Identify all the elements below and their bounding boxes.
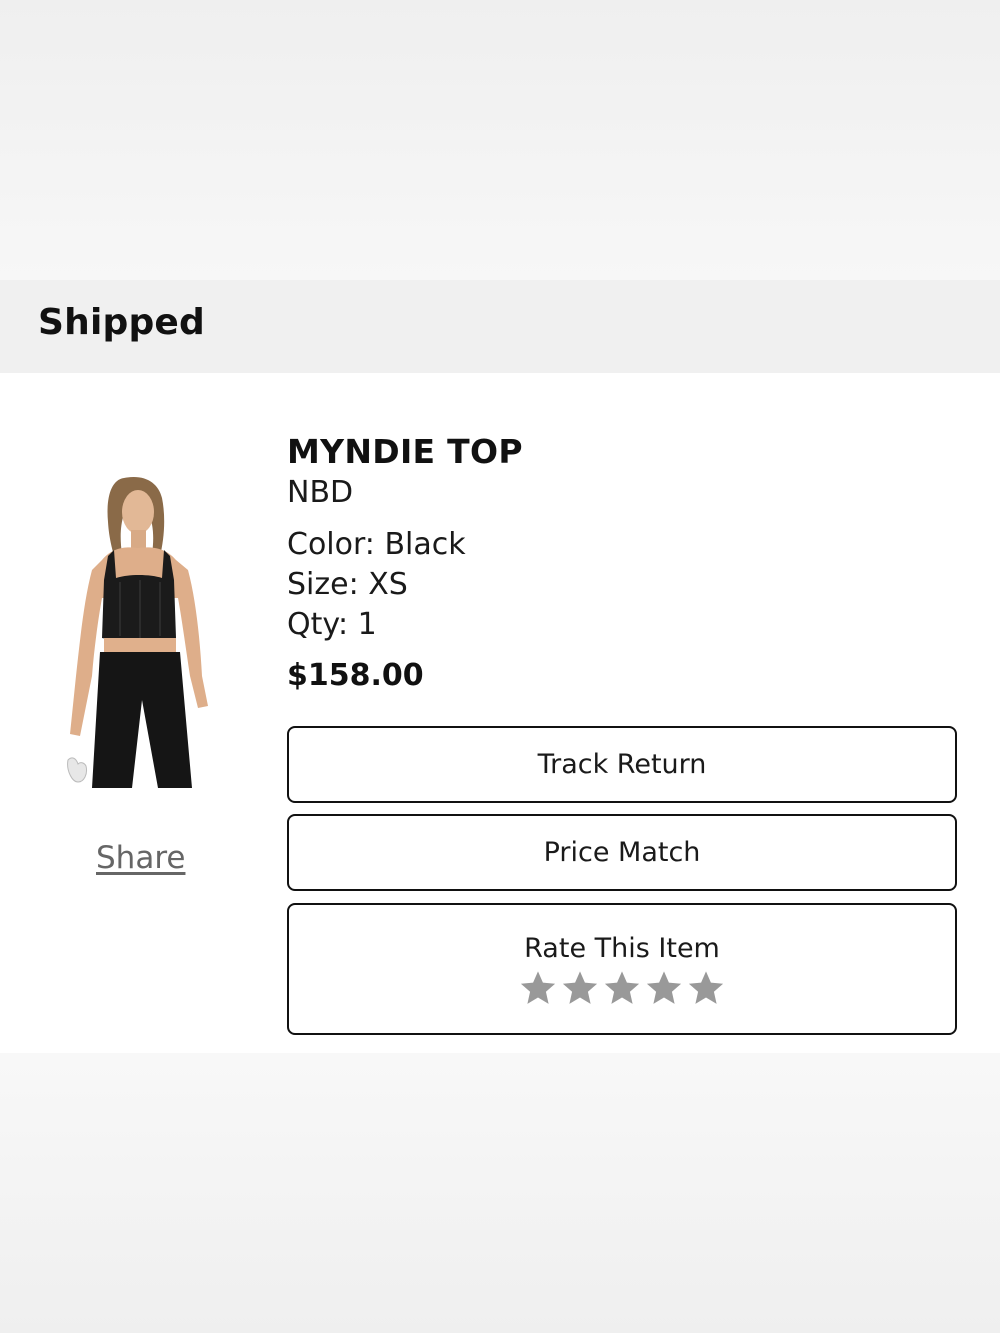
track-return-button[interactable]: Track Return	[287, 726, 957, 803]
product-color: Color: Black	[287, 527, 466, 562]
backdrop-bottom	[0, 1053, 1000, 1333]
star-icon-1[interactable]	[519, 969, 557, 1007]
product-price: $158.00	[287, 658, 424, 693]
price-match-button[interactable]: Price Match	[287, 814, 957, 891]
star-icon-5[interactable]	[687, 969, 725, 1007]
product-name: MYNDIE TOP	[287, 432, 523, 471]
star-rating	[519, 969, 725, 1007]
product-image[interactable]	[62, 470, 222, 788]
rate-item-box: Rate This Item	[287, 903, 957, 1035]
backdrop-top	[0, 0, 1000, 280]
status-title: Shipped	[38, 302, 206, 343]
share-link[interactable]: Share	[96, 838, 185, 878]
star-icon-3[interactable]	[603, 969, 641, 1007]
price-match-label: Price Match	[543, 837, 701, 868]
product-brand: NBD	[287, 475, 354, 510]
track-return-label: Track Return	[537, 749, 707, 780]
star-icon-2[interactable]	[561, 969, 599, 1007]
star-icon-4[interactable]	[645, 969, 683, 1007]
rate-item-label: Rate This Item	[524, 933, 720, 964]
product-size: Size: XS	[287, 567, 408, 602]
product-qty: Qty: 1	[287, 607, 377, 642]
